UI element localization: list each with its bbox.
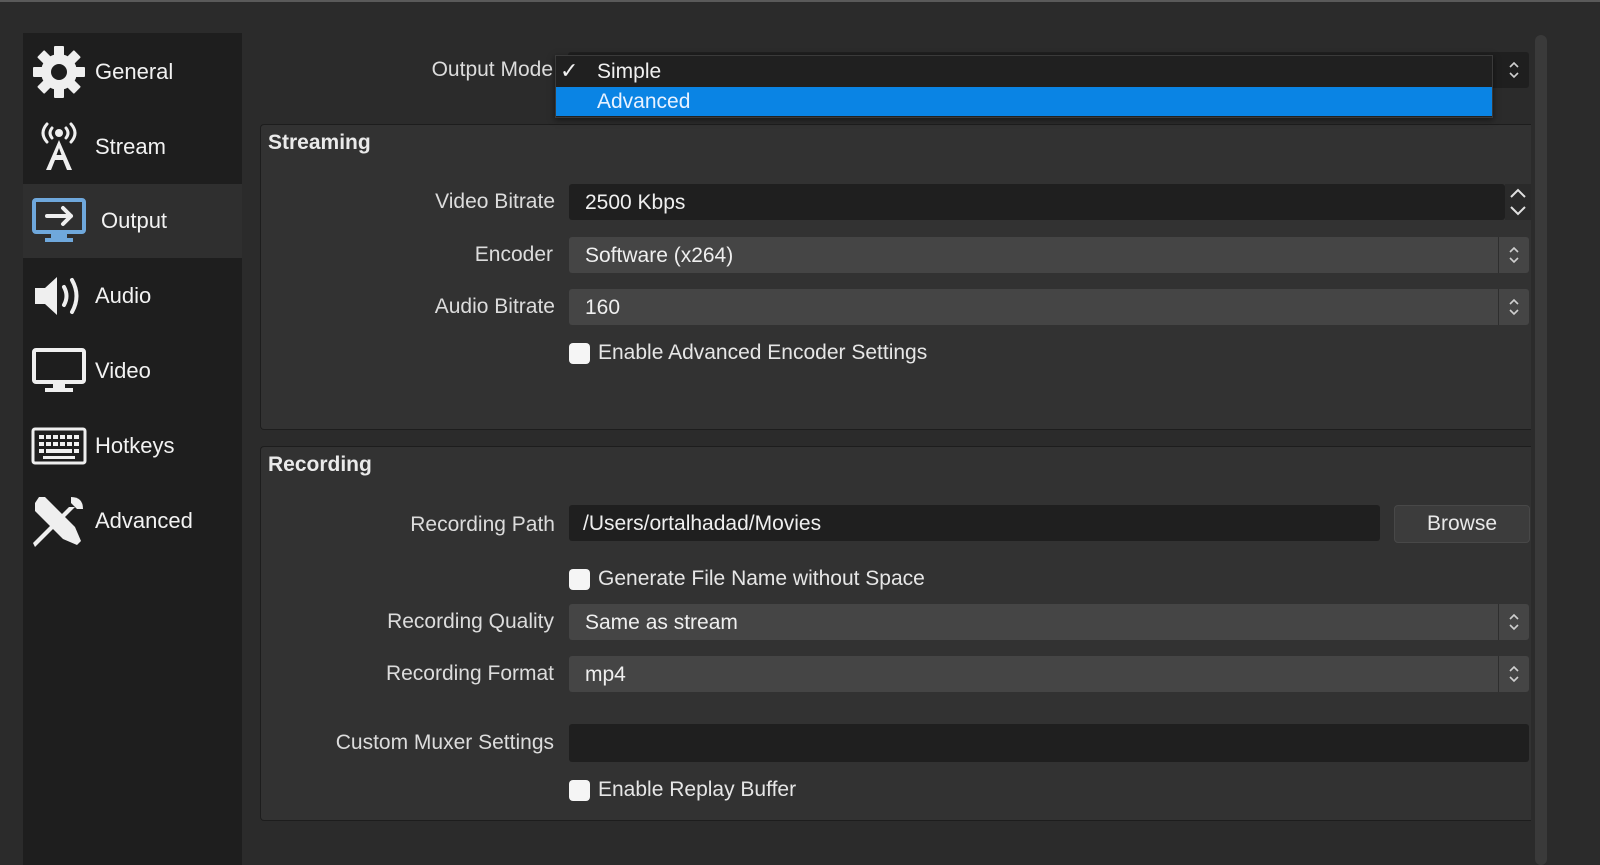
vertical-scrollbar[interactable]: [1535, 35, 1547, 865]
audio-bitrate-value: 160: [585, 296, 621, 319]
streaming-group-title: Streaming: [268, 131, 371, 154]
checkbox-box[interactable]: [569, 779, 590, 801]
filename-without-space-checkbox[interactable]: Generate File Name without Space: [569, 567, 925, 591]
sidebar-item-output[interactable]: Output: [23, 184, 242, 258]
checkbox-label: Enable Replay Buffer: [598, 778, 797, 801]
checkmark-icon: ✓: [560, 58, 579, 83]
window-top-border: [0, 0, 1600, 2]
audio-bitrate-select[interactable]: 160: [569, 289, 1529, 325]
chevron-up-down-icon: [1499, 52, 1529, 88]
output-mode-label: Output Mode: [431, 58, 553, 81]
tools-icon: [31, 494, 87, 548]
checkbox-box[interactable]: [569, 342, 590, 364]
output-mode-option-advanced[interactable]: Advanced: [556, 87, 1492, 116]
recording-format-label: Recording Format: [385, 662, 554, 685]
video-bitrate-value: 2500 Kbps: [585, 191, 686, 214]
sidebar-item-advanced[interactable]: Advanced: [23, 484, 242, 558]
sidebar-item-audio[interactable]: Audio: [23, 259, 242, 333]
gear-icon: [31, 45, 87, 99]
encoder-select[interactable]: Software (x264): [569, 237, 1529, 273]
checkbox-label: Enable Advanced Encoder Settings: [598, 341, 928, 364]
encoder-label: Encoder: [474, 243, 553, 266]
browse-button[interactable]: Browse: [1394, 505, 1530, 543]
output-mode-option-simple[interactable]: ✓ Simple: [556, 57, 1492, 86]
video-bitrate-label: Video Bitrate: [435, 190, 555, 213]
chevron-up-down-icon: [1498, 237, 1529, 273]
sidebar-item-label: Video: [95, 358, 151, 383]
sidebar-item-label: Hotkeys: [95, 433, 175, 458]
recording-quality-select[interactable]: Same as stream: [569, 604, 1529, 640]
sidebar-item-stream[interactable]: Stream: [23, 110, 242, 184]
audio-bitrate-label: Audio Bitrate: [434, 295, 555, 318]
option-label: Simple: [597, 60, 662, 83]
output-mode-dropdown-menu: ✓ Simple Advanced: [555, 55, 1493, 118]
checkbox-box[interactable]: [569, 568, 590, 590]
recording-quality-label: Recording Quality: [387, 610, 554, 633]
speaker-icon: [31, 269, 87, 323]
advanced-encoder-checkbox[interactable]: Enable Advanced Encoder Settings: [569, 341, 927, 365]
replay-buffer-checkbox[interactable]: Enable Replay Buffer: [569, 778, 796, 802]
custom-muxer-input[interactable]: [569, 724, 1529, 762]
recording-group-title: Recording: [268, 453, 372, 476]
recording-format-select[interactable]: mp4: [569, 656, 1529, 692]
streaming-group: [260, 124, 1531, 430]
chevron-up-down-icon: [1498, 604, 1529, 640]
sidebar-item-label: Audio: [95, 283, 152, 308]
sidebar-item-label: General: [95, 59, 174, 84]
sidebar-item-label: Output: [101, 208, 168, 233]
sidebar-item-label: Advanced: [95, 508, 193, 533]
video-bitrate-stepper[interactable]: [1505, 184, 1531, 220]
sidebar-item-video[interactable]: Video: [23, 334, 242, 408]
monitor-icon: [31, 344, 87, 398]
keyboard-icon: [31, 419, 87, 473]
checkbox-label: Generate File Name without Space: [598, 567, 925, 590]
sidebar-item-hotkeys[interactable]: Hotkeys: [23, 409, 242, 483]
option-label: Advanced: [597, 90, 691, 113]
recording-format-value: mp4: [585, 663, 626, 686]
encoder-value: Software (x264): [585, 244, 734, 267]
recording-quality-value: Same as stream: [585, 611, 738, 634]
antenna-icon: [31, 120, 87, 174]
sidebar-item-general[interactable]: General: [23, 35, 242, 109]
recording-path-input[interactable]: /Users/ortalhadad/Movies: [569, 505, 1380, 541]
chevron-up-down-icon: [1498, 656, 1529, 692]
chevron-up-down-icon: [1498, 289, 1529, 325]
sidebar-item-label: Stream: [95, 134, 166, 159]
recording-path-value: /Users/ortalhadad/Movies: [583, 512, 822, 535]
video-bitrate-input[interactable]: 2500 Kbps: [569, 184, 1505, 220]
custom-muxer-label: Custom Muxer Settings: [335, 731, 554, 754]
recording-path-label: Recording Path: [410, 513, 555, 536]
output-monitor-icon: [31, 194, 87, 248]
settings-sidebar: General Stream Output Audio Video Hotkey…: [23, 33, 242, 865]
